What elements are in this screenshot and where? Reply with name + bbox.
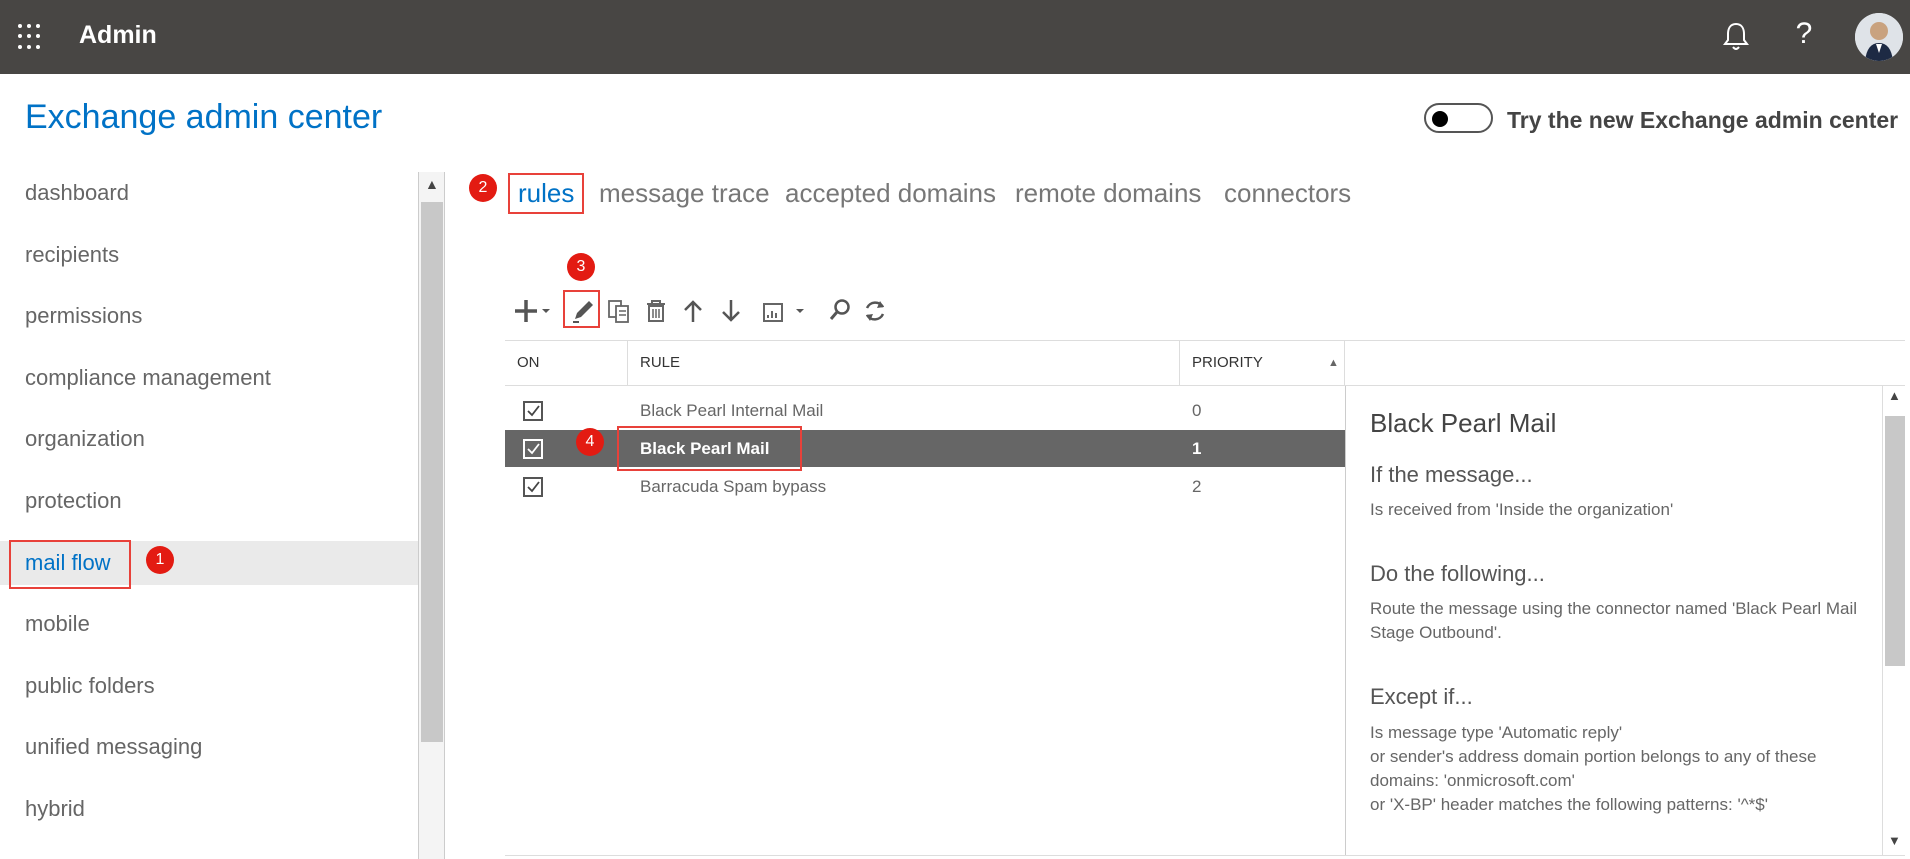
rule-name: Barracuda Spam bypass <box>640 477 827 496</box>
table-header: ON RULE PRIORITY ▲ <box>505 340 1905 386</box>
nav-item-protection[interactable]: protection <box>0 479 418 523</box>
if-heading: If the message... <box>1370 462 1533 487</box>
add-icon[interactable] <box>512 295 556 327</box>
do-text: Route the message using the connector na… <box>1370 599 1858 642</box>
rule-name: Black Pearl Internal Mail <box>640 401 824 420</box>
detail-title: Black Pearl Mail <box>1370 408 1557 438</box>
nav-item-hybrid[interactable]: hybrid <box>0 787 418 831</box>
annotation-badge: 3 <box>567 253 595 281</box>
except-line: Is message type 'Automatic reply' <box>1370 723 1623 742</box>
sort-ascending-icon: ▲ <box>1328 357 1339 369</box>
scroll-up-icon[interactable]: ▲ <box>1888 388 1901 403</box>
except-line: or 'X-BP' header matches the following p… <box>1370 795 1768 814</box>
column-header-rule[interactable]: RULE <box>628 341 1180 385</box>
except-line: or sender's address domain portion belon… <box>1370 747 1817 790</box>
divider <box>505 855 1905 856</box>
nav-item-recipients[interactable]: recipients <box>0 233 418 277</box>
except-text: Is message type 'Automatic reply' or sen… <box>1370 721 1870 817</box>
annotation-badge: 1 <box>146 546 174 574</box>
column-header-on[interactable]: ON <box>505 341 628 385</box>
tab-connectors[interactable]: connectors <box>1224 178 1351 209</box>
annotation-box-edit <box>563 290 600 328</box>
report-icon[interactable] <box>760 295 810 327</box>
nav-item-unified-messaging[interactable]: unified messaging <box>0 725 418 769</box>
nav-scrollbar[interactable]: ▲ <box>418 172 445 859</box>
scroll-up-icon[interactable]: ▲ <box>425 176 439 192</box>
nav-item-mobile[interactable]: mobile <box>0 602 418 646</box>
if-text: Is received from 'Inside the organizatio… <box>1370 500 1674 519</box>
annotation-box-rule <box>617 426 802 471</box>
rule-priority: 1 <box>1192 439 1202 458</box>
annotation-badge: 2 <box>469 174 497 202</box>
row-checkbox[interactable] <box>523 401 543 421</box>
new-eac-toggle[interactable] <box>1424 103 1493 133</box>
search-icon[interactable] <box>826 295 854 327</box>
rule-priority: 2 <box>1192 477 1202 496</box>
detail-scrollbar[interactable]: ▲ ▼ <box>1882 386 1907 856</box>
tab-accepted-domains[interactable]: accepted domains <box>785 178 996 209</box>
rule-details-pane: Black Pearl Mail If the message... Is re… <box>1345 386 1885 856</box>
annotation-badge: 4 <box>576 428 604 456</box>
move-down-icon[interactable] <box>718 295 744 327</box>
tab-message-trace[interactable]: message trace <box>599 178 770 209</box>
copy-icon[interactable] <box>606 295 634 327</box>
nav-item-compliance-management[interactable]: compliance management <box>0 356 418 400</box>
annotation-box-mail-flow <box>9 540 131 589</box>
bell-icon[interactable] <box>1722 20 1750 52</box>
user-avatar[interactable] <box>1855 13 1903 61</box>
delete-icon[interactable] <box>643 295 669 327</box>
nav-item-dashboard[interactable]: dashboard <box>0 171 418 215</box>
nav-item-permissions[interactable]: permissions <box>0 294 418 338</box>
row-checkbox[interactable] <box>523 477 543 497</box>
column-header-priority[interactable]: PRIORITY ▲ <box>1180 341 1345 385</box>
refresh-icon[interactable] <box>861 295 889 327</box>
app-launcher-icon[interactable] <box>18 24 44 50</box>
nav-item-organization[interactable]: organization <box>0 417 418 461</box>
table-row[interactable]: Barracuda Spam bypass 2 <box>505 468 1345 505</box>
page-title: Exchange admin center <box>25 98 383 136</box>
nav-item-public-folders[interactable]: public folders <box>0 664 418 708</box>
help-icon[interactable]: ? <box>1790 14 1818 54</box>
scroll-down-icon[interactable]: ▼ <box>1888 833 1901 848</box>
table-row[interactable]: Black Pearl Internal Mail 0 <box>505 392 1345 429</box>
top-bar: Admin ? <box>0 0 1910 74</box>
scroll-thumb[interactable] <box>421 202 443 742</box>
rule-priority: 0 <box>1192 401 1202 420</box>
move-up-icon[interactable] <box>680 295 706 327</box>
app-title[interactable]: Admin <box>79 21 157 50</box>
annotation-box-rules <box>508 173 584 214</box>
tab-remote-domains[interactable]: remote domains <box>1015 178 1201 209</box>
toggle-label: Try the new Exchange admin center <box>1507 107 1899 133</box>
toggle-knob <box>1432 111 1448 127</box>
column-header-priority-label: PRIORITY <box>1192 354 1263 371</box>
row-checkbox[interactable] <box>523 439 543 459</box>
do-heading: Do the following... <box>1370 561 1545 586</box>
except-heading: Except if... <box>1370 684 1473 709</box>
scroll-thumb[interactable] <box>1885 416 1905 666</box>
